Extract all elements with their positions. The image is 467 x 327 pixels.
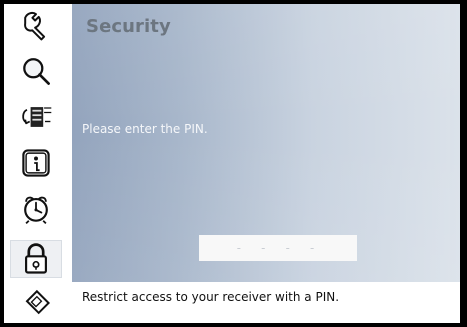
nav-item-search[interactable] bbox=[10, 52, 62, 90]
card-icon bbox=[25, 289, 51, 315]
page-title: Security bbox=[86, 16, 171, 37]
tv-menu-screen: Security Please enter the PIN. - - - - R… bbox=[4, 4, 460, 323]
sidebar bbox=[4, 4, 72, 323]
nav-item-timer[interactable] bbox=[10, 190, 62, 228]
nav-item-settings[interactable] bbox=[10, 6, 62, 44]
search-icon bbox=[23, 58, 50, 85]
wrench-icon bbox=[24, 11, 46, 41]
nav-item-information[interactable] bbox=[10, 144, 62, 182]
pin-prompt: Please enter the PIN. bbox=[82, 122, 208, 136]
alarm-clock-icon bbox=[24, 196, 48, 225]
nav-item-security[interactable] bbox=[10, 240, 62, 278]
nav-item-smart-card[interactable] bbox=[10, 284, 62, 322]
security-panel: Security Please enter the PIN. - - - - bbox=[72, 4, 460, 282]
help-text: Restrict access to your receiver with a … bbox=[82, 290, 340, 304]
pin-input[interactable]: - - - - bbox=[199, 235, 357, 261]
info-icon bbox=[22, 149, 50, 177]
lock-icon bbox=[25, 243, 47, 274]
channel-list-icon bbox=[22, 107, 52, 127]
nav-item-channel-list[interactable] bbox=[10, 98, 62, 136]
